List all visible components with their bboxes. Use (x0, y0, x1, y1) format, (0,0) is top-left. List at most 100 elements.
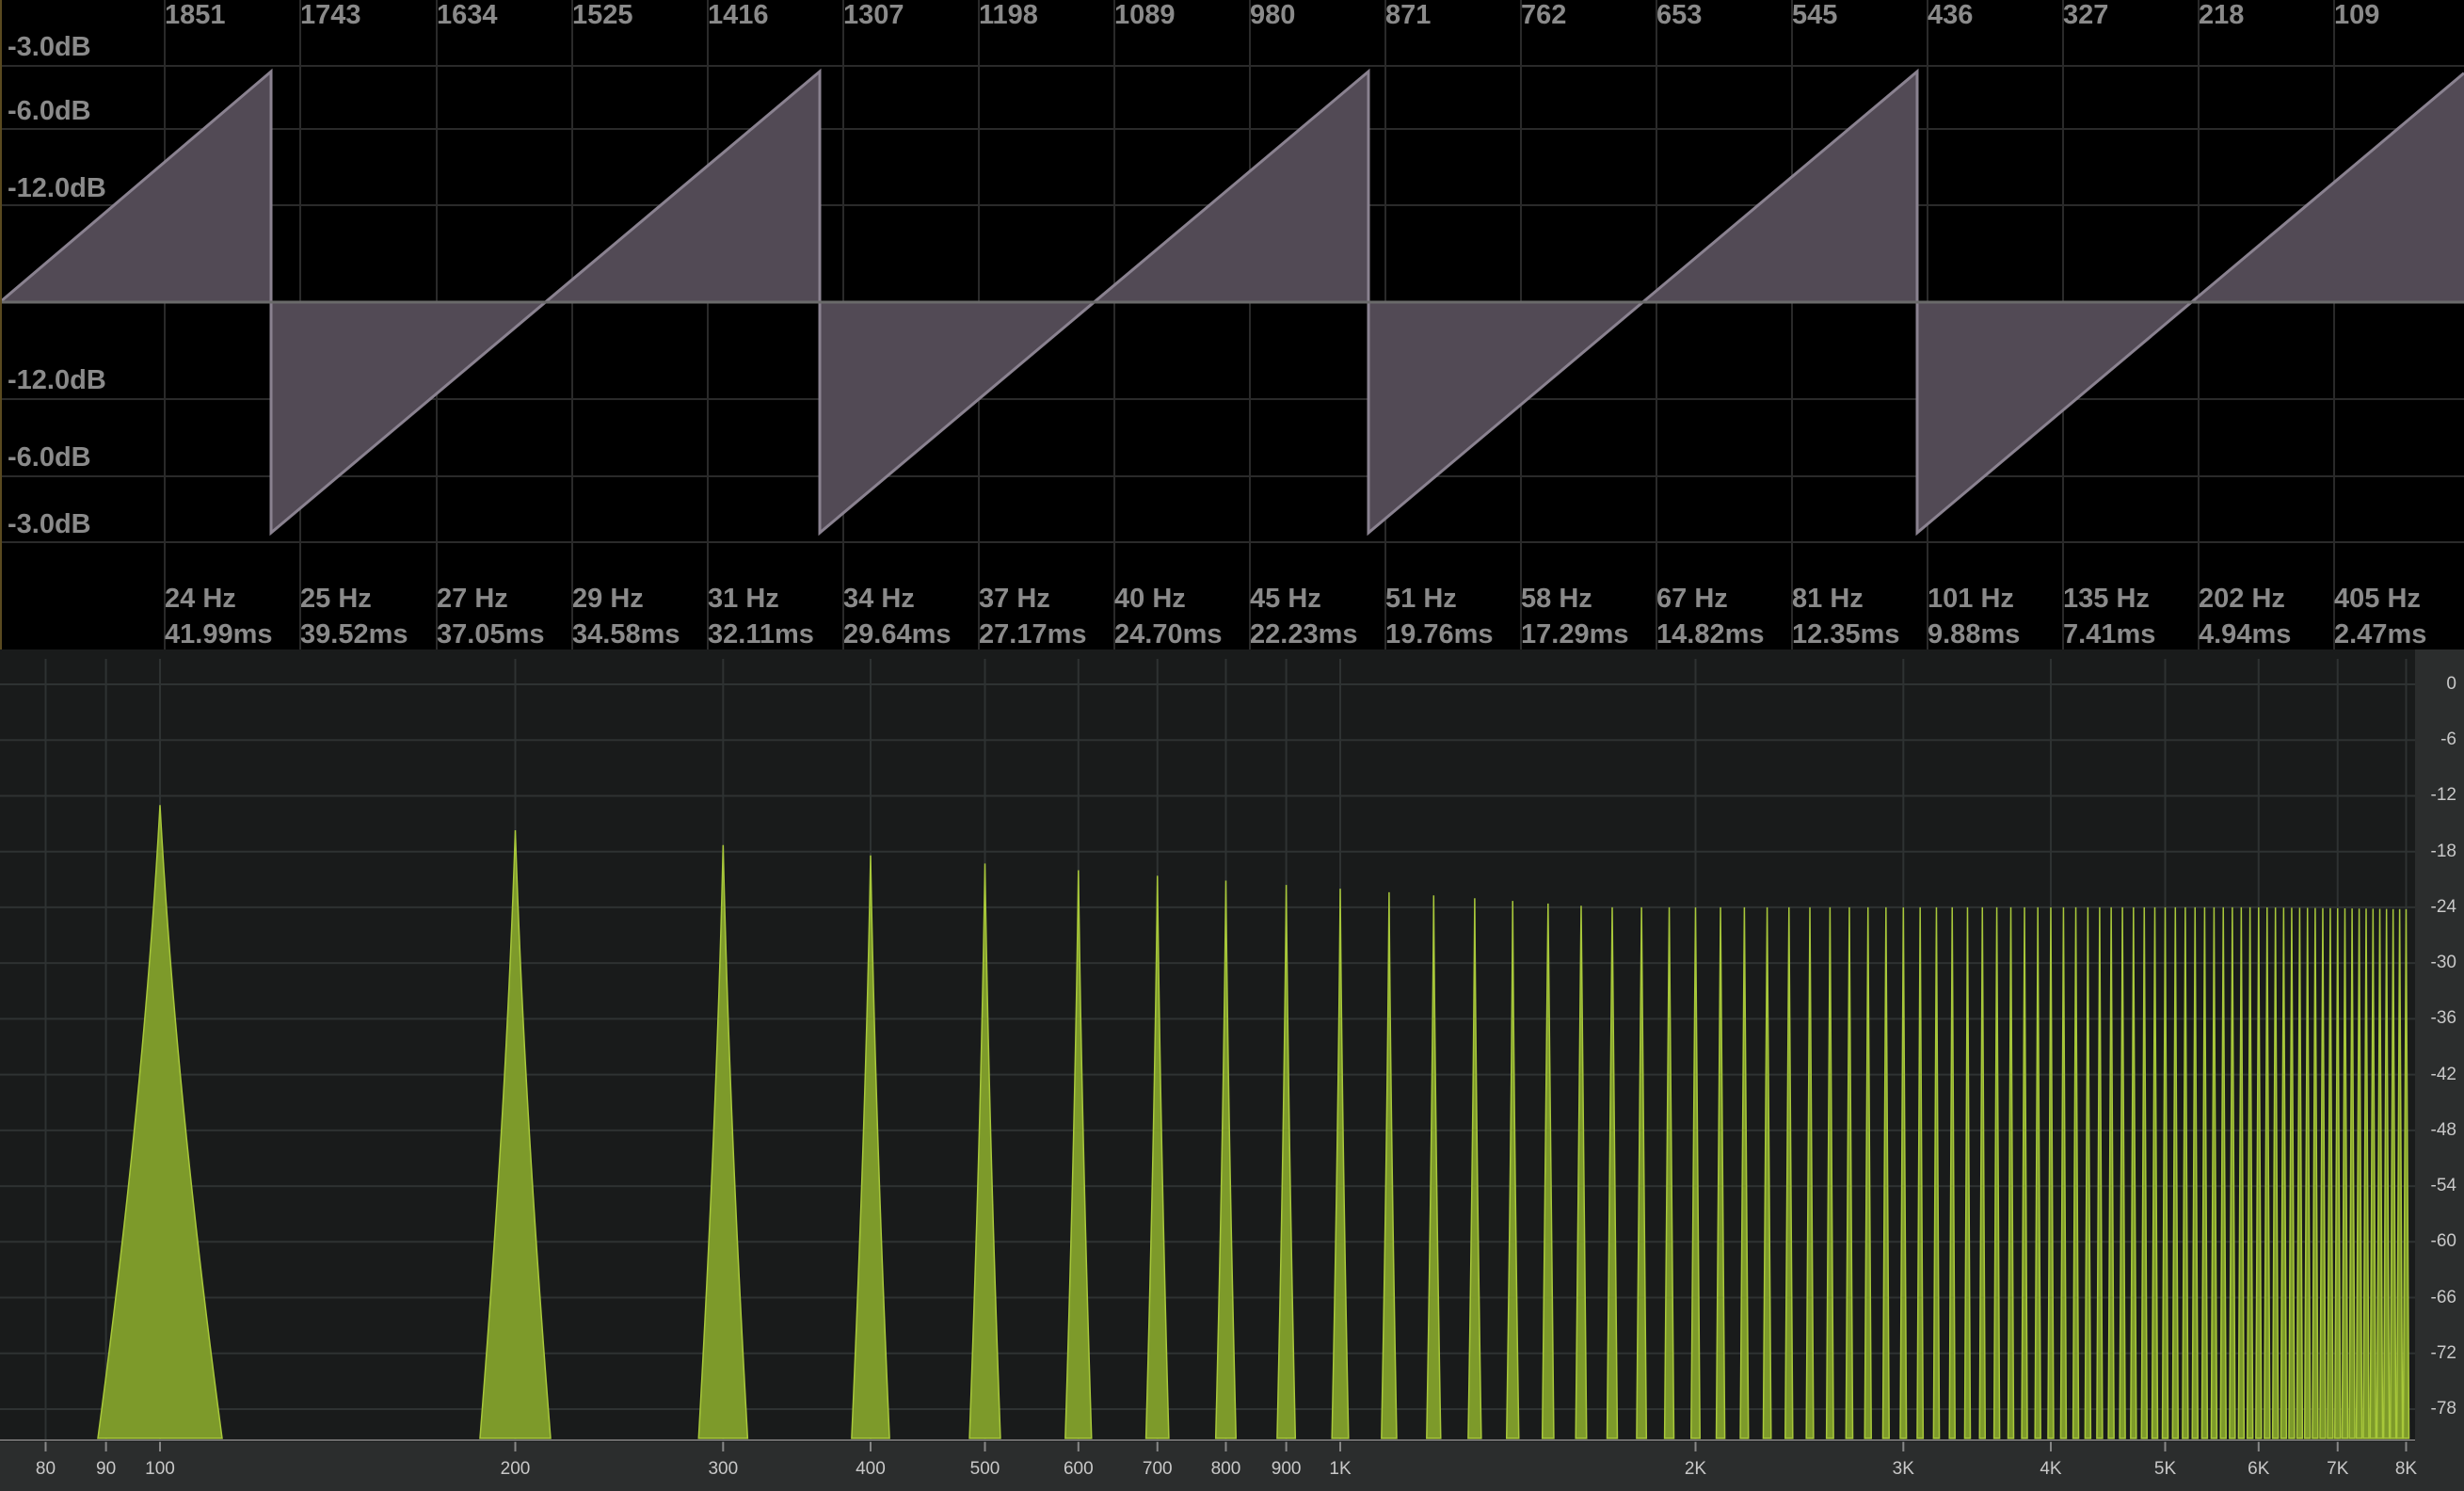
harmonic-peak (2369, 908, 2377, 1439)
period-frequency-label: 40 Hz (1114, 584, 1186, 614)
period-time-label: 2.47ms (2334, 619, 2427, 649)
harmonic-peak (2119, 906, 2126, 1439)
harmonic-peak (2084, 906, 2092, 1439)
level-tick-label: -18 (2430, 841, 2456, 861)
period-time-label: 24.70ms (1114, 619, 1223, 649)
harmonic-peak (2219, 906, 2227, 1439)
harmonic-peak (1864, 906, 1872, 1439)
freq-tick-label: 4K (2040, 1459, 2062, 1479)
level-tick-label: -6 (2440, 729, 2456, 750)
sample-position-label: 653 (1656, 0, 1703, 30)
period-frequency-label: 405 Hz (2334, 584, 2421, 614)
freq-tick-label: 700 (1142, 1459, 1173, 1479)
harmonic-peak (2096, 906, 2104, 1439)
harmonic-peak (2362, 908, 2370, 1439)
level-axis-strip (2415, 649, 2464, 1442)
freq-tick-label: 600 (1063, 1459, 1094, 1479)
harmonic-peak (2007, 906, 2015, 1439)
db-label: -3.0dB (8, 509, 91, 539)
freq-tick-label: 1K (1329, 1459, 1352, 1479)
freq-tick-label: 100 (145, 1459, 175, 1479)
period-frequency-label: 37 Hz (979, 584, 1050, 614)
freq-tick-label: 3K (1892, 1459, 1914, 1479)
sample-position-label: 1198 (979, 0, 1038, 30)
level-tick-label: -78 (2430, 1399, 2456, 1419)
freq-tick-label: 300 (708, 1459, 739, 1479)
harmonic-peak (2237, 906, 2246, 1439)
period-frequency-label: 202 Hz (2199, 584, 2285, 614)
harmonic-peak (2395, 908, 2404, 1439)
harmonic-peak (2059, 906, 2068, 1439)
harmonic-peak (2182, 906, 2189, 1439)
harmonic-peak (1064, 870, 1093, 1439)
harmonic-peak (2288, 907, 2296, 1439)
sample-position-label: 1634 (437, 0, 498, 30)
harmonic-peak (1331, 889, 1350, 1439)
harmonic-peak (2296, 907, 2304, 1439)
harmonic-peak (1978, 906, 1987, 1439)
period-frequency-label: 24 Hz (165, 584, 236, 614)
period-time-label: 29.64ms (843, 619, 952, 649)
db-label: -12.0dB (8, 173, 106, 203)
sample-position-label: 218 (2199, 0, 2245, 30)
harmonic-peak (1825, 906, 1834, 1439)
harmonic-peak (1541, 903, 1555, 1439)
period-time-label: 12.35ms (1792, 619, 1900, 649)
freq-tick-label: 2K (1684, 1459, 1707, 1479)
sample-position-label: 762 (1521, 0, 1567, 30)
level-tick-label: -48 (2430, 1119, 2456, 1140)
sample-position-label: 109 (2334, 0, 2380, 30)
period-time-label: 34.58ms (572, 619, 680, 649)
harmonic-peak (1636, 906, 1648, 1439)
harmonic-peak (1916, 906, 1925, 1439)
freq-tick-label: 7K (2327, 1459, 2349, 1479)
period-time-label: 14.82ms (1656, 619, 1765, 649)
harmonic-peak (2303, 907, 2312, 1439)
harmonic-peak (2021, 906, 2028, 1439)
freq-tick-label: 800 (1210, 1459, 1241, 1479)
harmonic-peak (2246, 906, 2254, 1439)
period-frequency-label: 45 Hz (1250, 584, 1321, 614)
period-frequency-label: 51 Hz (1385, 584, 1457, 614)
period-time-label: 37.05ms (437, 619, 545, 649)
sample-position-label: 1743 (300, 0, 361, 30)
freq-tick-label: 8K (2394, 1459, 2418, 1479)
period-time-label: 41.99ms (165, 619, 273, 649)
freq-tick-label: 5K (2153, 1459, 2177, 1479)
freq-tick-label: 200 (500, 1459, 531, 1479)
harmonic-peak (2191, 906, 2199, 1439)
harmonic-peak (2327, 907, 2334, 1439)
sample-position-label: 1307 (843, 0, 904, 30)
sample-position-label: 1416 (708, 0, 769, 30)
harmonic-peak (1426, 895, 1442, 1439)
harmonic-peak (2072, 906, 2080, 1439)
sample-position-label: 871 (1385, 0, 1432, 30)
harmonic-peak (1467, 898, 1482, 1439)
harmonic-peak (1715, 906, 1726, 1439)
harmonic-peak (2376, 908, 2384, 1439)
period-frequency-label: 31 Hz (708, 584, 779, 614)
harmonic-peak (1948, 906, 1956, 1439)
harmonic-peak (479, 830, 552, 1439)
period-frequency-label: 81 Hz (1792, 584, 1864, 614)
harmonic-peak (2255, 906, 2263, 1439)
harmonic-peak (1932, 906, 1941, 1439)
harmonic-peak (2333, 907, 2342, 1439)
harmonic-peak (2402, 908, 2410, 1439)
freq-tick-label: 500 (969, 1459, 1000, 1479)
harmonic-peak (97, 805, 223, 1439)
harmonic-peak (1762, 906, 1772, 1439)
harmonic-peak (2319, 907, 2327, 1439)
harmonic-peak (1214, 880, 1238, 1439)
level-tick-label: -36 (2430, 1008, 2456, 1029)
period-frequency-label: 25 Hz (300, 584, 372, 614)
harmonic-peak (1784, 906, 1794, 1439)
level-tick-label: -42 (2430, 1064, 2456, 1084)
harmonic-peak (2210, 906, 2218, 1439)
level-tick-label: -54 (2430, 1176, 2456, 1196)
sample-position-label: 545 (1792, 0, 1838, 30)
harmonic-peak (1845, 906, 1854, 1439)
period-frequency-label: 67 Hz (1656, 584, 1728, 614)
sample-position-label: 327 (2063, 0, 2109, 30)
harmonic-peak (2348, 908, 2356, 1439)
